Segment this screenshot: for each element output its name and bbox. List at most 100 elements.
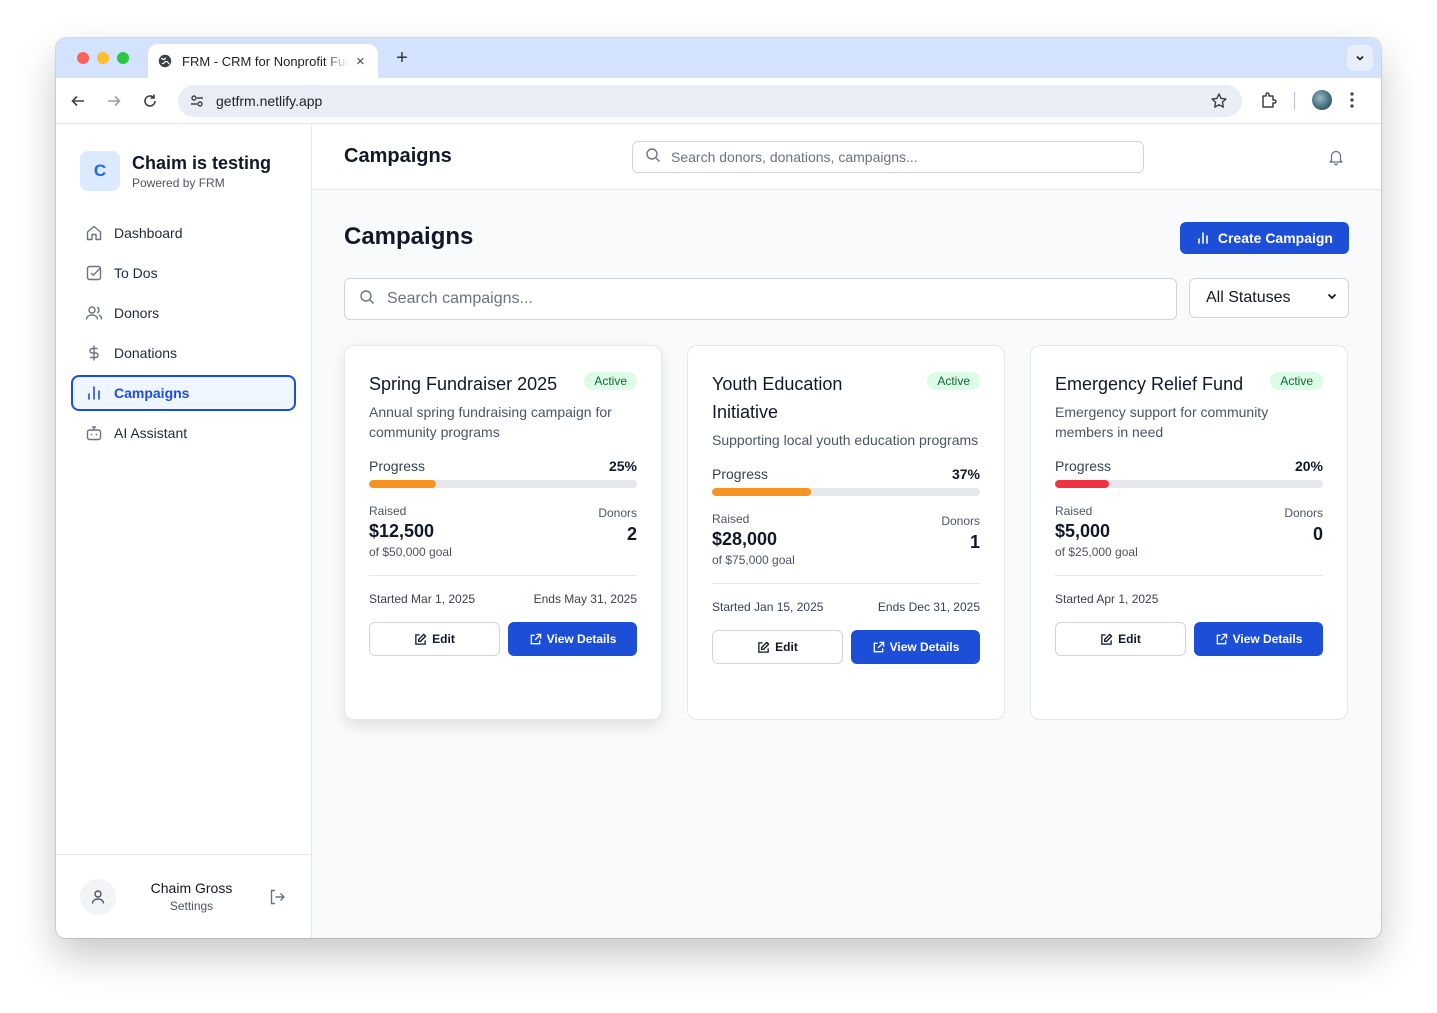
start-date: Started Mar 1, 2025 [369,592,476,606]
donors-label: Donors [598,506,637,520]
sidebar-nav: Dashboard To Dos Donors Donations Campai… [71,215,296,455]
sidebar-item-label: Donations [114,345,178,361]
campaign-card[interactable]: Spring Fundraiser 2025 Active Annual spr… [344,345,662,720]
maximize-window-button[interactable] [117,52,129,64]
edit-icon [414,633,427,646]
campaign-title: Spring Fundraiser 2025 [369,374,558,394]
raised-label: Raised [712,512,750,526]
progress-percent: 25% [608,458,637,474]
sidebar-item-label: AI Assistant [114,425,188,441]
donors-count: 0 [1312,524,1323,544]
sidebar-item-label: To Dos [114,265,158,281]
tab-bar: FRM - CRM for Nonprofit Fundraising × + [56,38,1381,78]
sidebar-item-dashboard[interactable]: Dashboard [71,215,296,251]
edit-label: Edit [432,632,455,646]
browser-menu-icon[interactable] [1349,90,1355,110]
search-icon [645,147,661,168]
status-filter-select[interactable]: All Statuses [1189,278,1349,318]
raised-amount: $12,500 [369,521,435,541]
sidebar-item-label: Donors [114,305,160,321]
brand-logo: C [80,151,120,191]
progress-bar [1055,480,1323,488]
progress-percent: 37% [951,466,980,482]
start-date: Started Apr 1, 2025 [1055,592,1159,606]
sidebar-item-todos[interactable]: To Dos [71,255,296,291]
minimize-window-button[interactable] [97,52,109,64]
brand-subtitle: Powered by FRM [132,176,225,190]
edit-button[interactable]: Edit [712,630,843,664]
start-date: Started Jan 15, 2025 [712,600,824,614]
bar-chart-icon [85,384,103,402]
campaign-description: Supporting local youth education program… [712,432,979,448]
sidebar-item-donors[interactable]: Donors [71,295,296,331]
view-details-label: View Details [546,632,617,646]
end-date: Ends Dec 31, 2025 [877,600,980,614]
sidebar-item-donations[interactable]: Donations [71,335,296,371]
create-campaign-button[interactable]: Create Campaign [1179,222,1349,254]
progress-fill [369,480,436,488]
edit-icon [757,641,770,654]
campaign-title: Emergency Relief Fund [1055,374,1244,394]
close-window-button[interactable] [77,52,89,64]
brand-name: Chaim is testing [132,153,272,173]
global-search-input[interactable] [671,149,1143,165]
sidebar-footer: Chaim Gross Settings [56,854,311,938]
progress-fill [712,488,812,496]
user-icon [91,889,105,904]
goal-text: of $50,000 goal [369,545,452,559]
site-settings-icon[interactable] [186,90,208,112]
back-arrow-icon[interactable] [68,91,88,111]
edit-label: Edit [1118,632,1141,646]
address-bar[interactable]: getfrm.netlify.app [178,85,1242,117]
search-icon [359,289,375,310]
profile-avatar[interactable] [1312,90,1332,110]
external-link-icon [1215,633,1228,646]
sidebar-item-label: Dashboard [114,225,183,241]
view-details-label: View Details [889,640,960,654]
donors-count: 2 [626,524,637,544]
sidebar-item-label: Campaigns [114,385,190,401]
browser-tab[interactable]: FRM - CRM for Nonprofit Fundraising × [148,44,378,78]
forward-arrow-icon[interactable] [104,91,124,111]
campaign-card[interactable]: Youth Education Initiative Active Suppor… [687,345,1005,720]
new-tab-icon[interactable]: + [390,46,414,70]
reload-icon[interactable] [140,91,160,111]
close-tab-icon[interactable]: × [356,53,365,70]
app: C Chaim is testing Powered by FRM Dashbo… [56,125,1381,938]
sidebar-item-campaigns[interactable]: Campaigns [71,375,296,411]
campaign-search-input[interactable] [387,290,1176,308]
progress-label: Progress [1055,458,1112,474]
chevron-down-icon[interactable] [1347,45,1373,71]
global-search [632,141,1144,173]
view-details-button[interactable]: View Details [851,630,980,664]
external-link-icon [872,641,885,654]
user-avatar[interactable] [80,878,116,915]
view-details-button[interactable]: View Details [1194,622,1323,656]
dollar-icon [85,344,103,362]
edit-button[interactable]: Edit [1055,622,1186,656]
progress-label: Progress [369,458,426,474]
view-details-label: View Details [1232,632,1303,646]
raised-label: Raised [369,504,407,518]
donors-label: Donors [1284,506,1323,520]
campaign-card[interactable]: Emergency Relief Fund Active Emergency s… [1030,345,1348,720]
settings-link[interactable]: Settings [116,899,267,913]
sidebar-item-ai-assistant[interactable]: AI Assistant [71,415,296,451]
campaign-description: Emergency support for community members … [1055,404,1269,440]
campaign-title: Youth Education Initiative [712,374,843,422]
checkbox-icon [85,264,103,282]
status-badge: Active [1270,372,1323,390]
bookmark-star-icon[interactable] [1210,92,1228,115]
view-details-button[interactable]: View Details [508,622,637,656]
create-campaign-label: Create Campaign [1217,230,1333,246]
edit-button[interactable]: Edit [369,622,500,656]
donors-count: 1 [969,532,980,552]
browser-window: FRM - CRM for Nonprofit Fundraising × + … [56,38,1381,938]
bar-chart-icon [1196,231,1210,245]
extensions-icon[interactable] [1259,90,1279,110]
bell-icon[interactable] [1327,148,1345,166]
edit-icon [1100,633,1113,646]
progress-bar [369,480,637,488]
raised-label: Raised [1055,504,1093,518]
logout-icon[interactable] [267,887,287,907]
